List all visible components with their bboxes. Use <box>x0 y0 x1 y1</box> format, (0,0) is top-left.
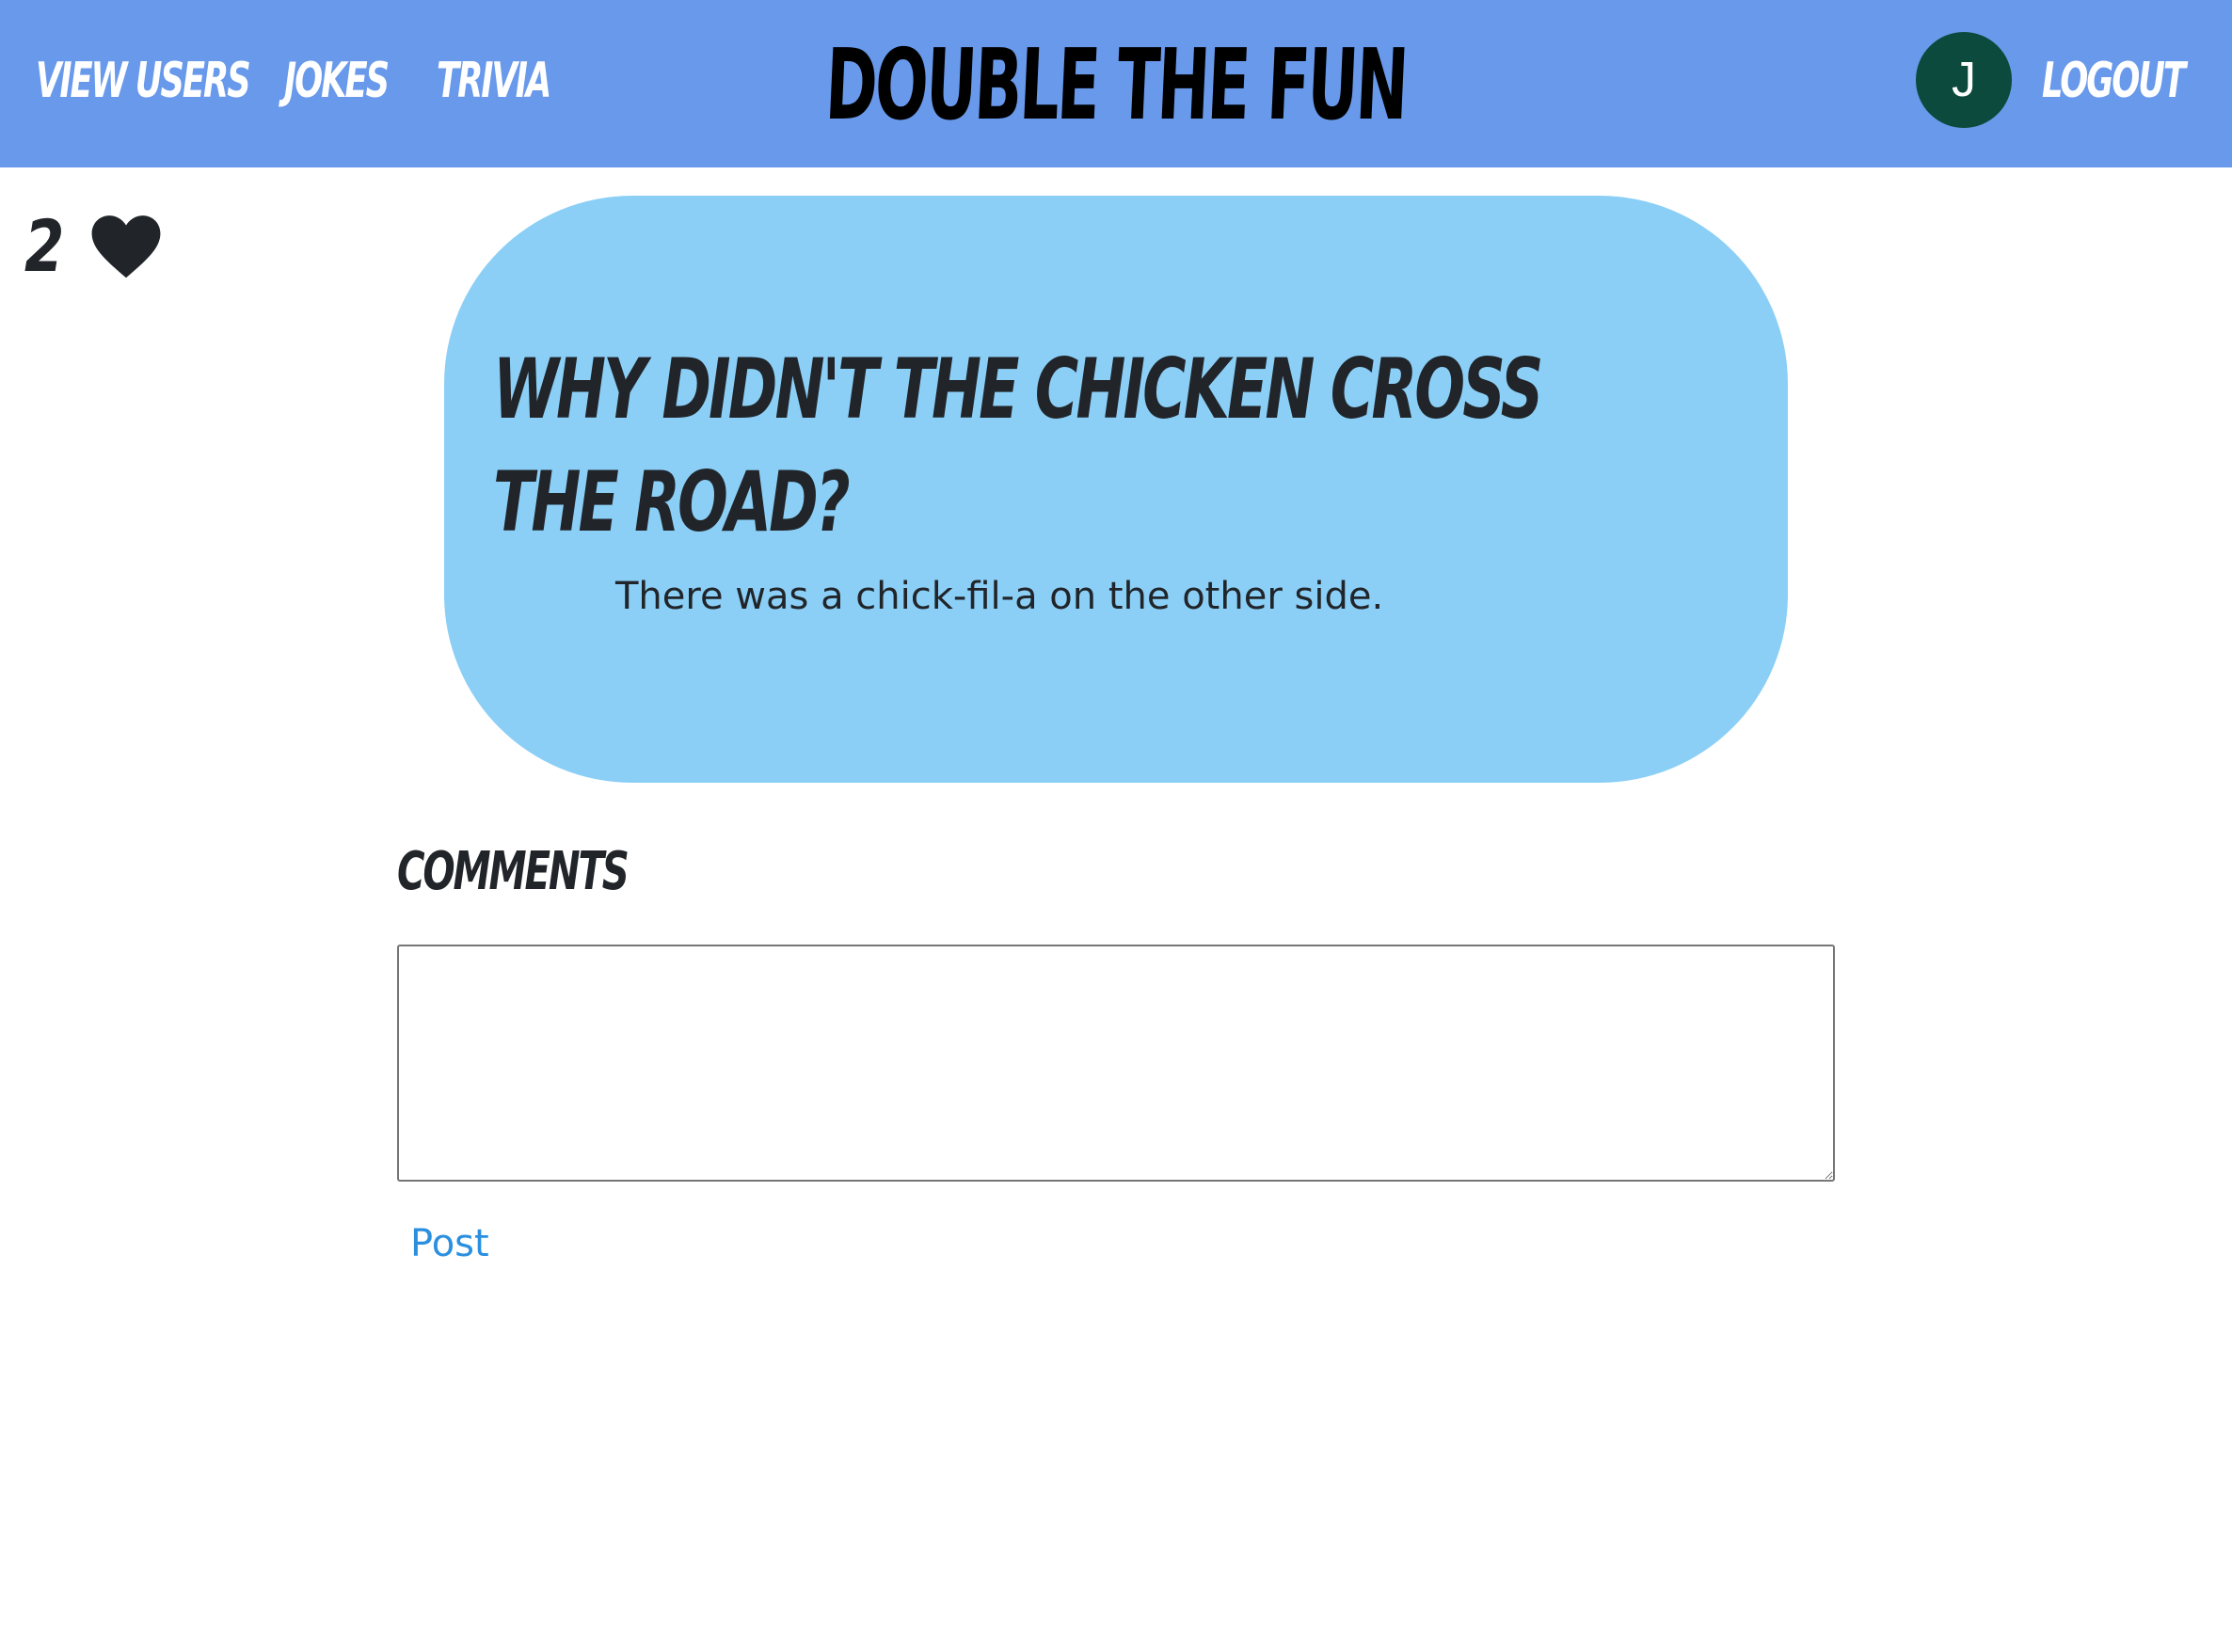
comment-input[interactable] <box>397 945 1835 1182</box>
brand-title[interactable]: Double the Fun <box>0 27 2232 142</box>
post-button[interactable]: Post <box>397 1214 502 1274</box>
like-count: 2 <box>24 204 65 288</box>
brand-title-text: Double the Fun <box>822 27 1410 142</box>
joke-question: Why didn't the chicken cross the road? <box>493 333 1745 559</box>
joke-card: Why didn't the chicken cross the road? T… <box>444 196 1788 783</box>
heart-icon <box>91 215 161 278</box>
joke-question-text: Why didn't the chicken cross the road? <box>493 341 1543 550</box>
joke-punchline: There was a chick-fil-a on the other sid… <box>615 575 1384 618</box>
nav-logout[interactable]: Logout <box>2042 49 2186 113</box>
user-avatar[interactable]: J <box>1916 32 2012 128</box>
like-button[interactable]: 2 <box>24 209 162 284</box>
comments-heading: Comments <box>397 841 630 902</box>
navbar: View Users Jokes Trivia Double the Fun J… <box>0 0 2232 167</box>
